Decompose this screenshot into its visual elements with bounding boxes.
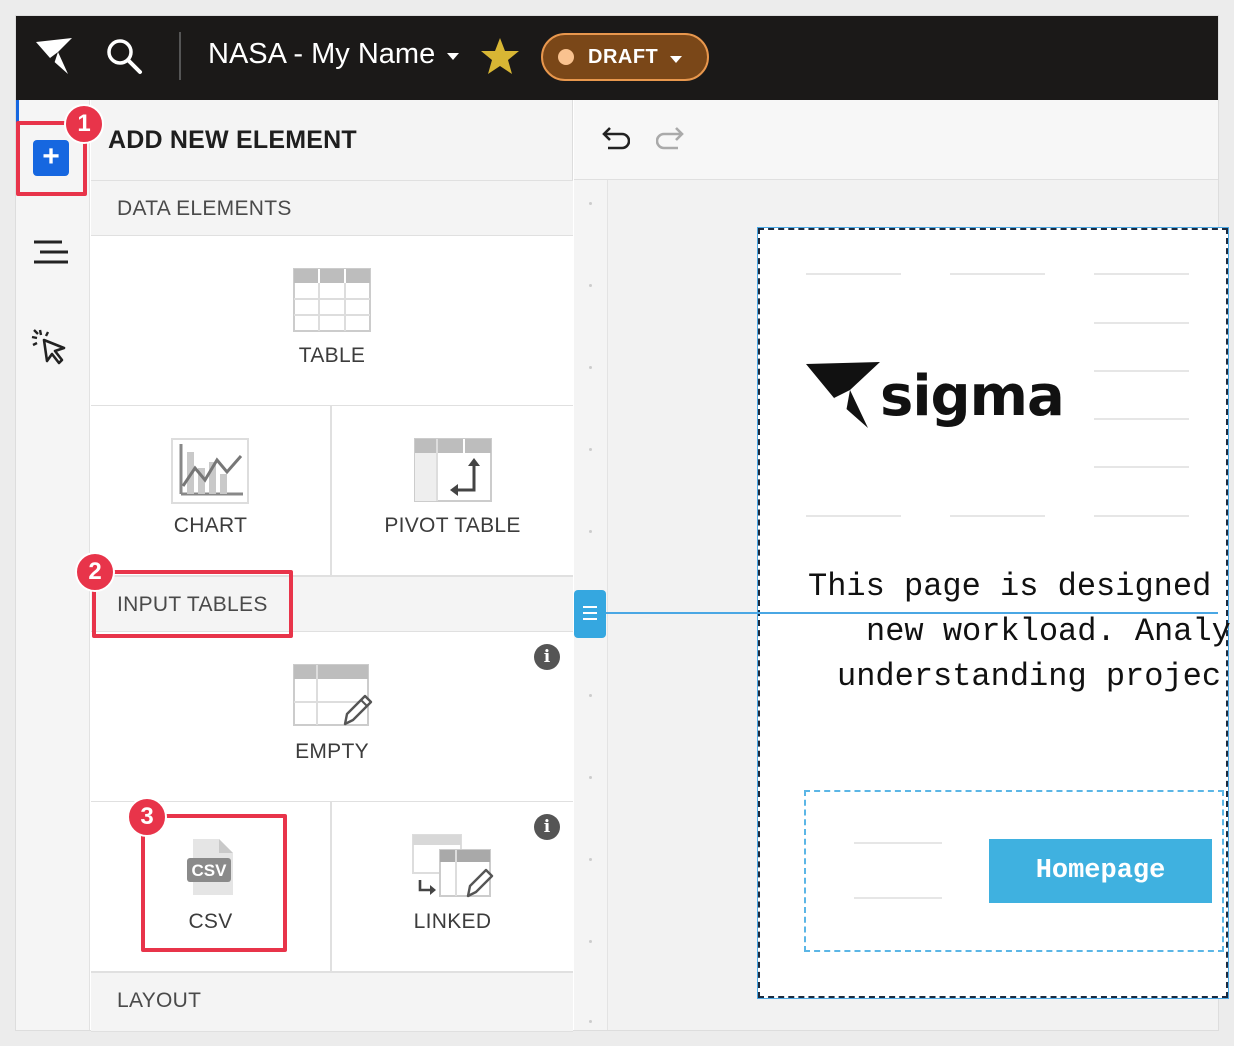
placeholder-line (950, 273, 1045, 275)
tile-chart[interactable]: CHART (91, 406, 330, 576)
element-list-icon[interactable] (30, 232, 72, 274)
top-bar: NASA - My Name DRAFT (16, 16, 1218, 100)
table-icon (293, 268, 371, 332)
status-dot (558, 49, 574, 65)
draft-status-label: DRAFT (588, 45, 659, 68)
info-icon[interactable]: i (534, 644, 560, 670)
pivot-table-icon (414, 438, 492, 502)
sigma-brand-logo-icon (806, 362, 880, 428)
intro-text-line-3: understanding projec (837, 658, 1222, 695)
annotation-box-3 (141, 814, 287, 952)
panel-title: ADD NEW ELEMENT (108, 126, 357, 154)
tile-empty[interactable]: EMPTY i (91, 632, 573, 802)
sigma-logo-icon[interactable] (32, 34, 78, 80)
annotation-badge-1: 1 (64, 104, 104, 144)
section-label: LAYOUT (117, 989, 202, 1012)
placeholder-line (1094, 418, 1189, 420)
tile-linked-label: LINKED (413, 910, 492, 933)
empty-input-table-icon (293, 664, 373, 726)
info-icon[interactable]: i (534, 814, 560, 840)
tile-linked[interactable]: LINKED i (332, 802, 573, 972)
annotation-badge-2: 2 (75, 552, 115, 592)
tile-pivot-table[interactable]: PIVOT TABLE (332, 406, 573, 576)
chevron-down-icon (447, 53, 460, 60)
section-layout: LAYOUT (91, 972, 573, 1032)
linked-input-table-icon (412, 834, 494, 898)
select-cursor-icon[interactable] (30, 326, 72, 368)
tile-pivot-label: PIVOT TABLE (384, 514, 521, 537)
document-name: NASA - My Name (208, 38, 436, 70)
section-data-elements: DATA ELEMENTS (91, 180, 573, 236)
document-name-menu[interactable]: NASA - My Name (208, 38, 460, 71)
undo-icon[interactable] (600, 126, 630, 150)
placeholder-line (854, 842, 942, 844)
drag-handle[interactable] (574, 590, 606, 638)
intro-text-line-1: This page is designed (808, 568, 1212, 605)
canvas-toolbar (574, 100, 1218, 180)
intro-text-line-2: new workload. Analy (866, 613, 1231, 650)
redo-icon[interactable] (656, 126, 686, 150)
annotation-badge-3: 3 (127, 797, 167, 837)
placeholder-line (1094, 515, 1189, 517)
layout-guide-line (590, 612, 1218, 614)
toolbar-divider (179, 32, 181, 80)
annotation-box-2 (92, 570, 293, 638)
placeholder-line (854, 897, 942, 899)
favorite-star-icon[interactable] (480, 36, 520, 76)
placeholder-line (806, 515, 901, 517)
tile-chart-label: CHART (173, 514, 248, 537)
chevron-down-icon (670, 55, 683, 63)
tile-table-label: TABLE (298, 344, 366, 367)
placeholder-line (806, 273, 901, 275)
draft-status-button[interactable]: DRAFT (541, 33, 709, 81)
section-label: DATA ELEMENTS (117, 197, 292, 220)
brand-wordmark: sigma (880, 364, 1065, 429)
placeholder-line (1094, 273, 1189, 275)
homepage-button[interactable]: Homepage (989, 839, 1212, 903)
placeholder-line (1094, 322, 1189, 324)
chart-icon (171, 438, 249, 504)
tile-empty-label: EMPTY (295, 740, 369, 763)
search-icon[interactable] (104, 36, 144, 76)
placeholder-line (1094, 370, 1189, 372)
tile-table[interactable]: TABLE (91, 236, 573, 406)
placeholder-line (1094, 466, 1189, 468)
placeholder-line (950, 515, 1045, 517)
